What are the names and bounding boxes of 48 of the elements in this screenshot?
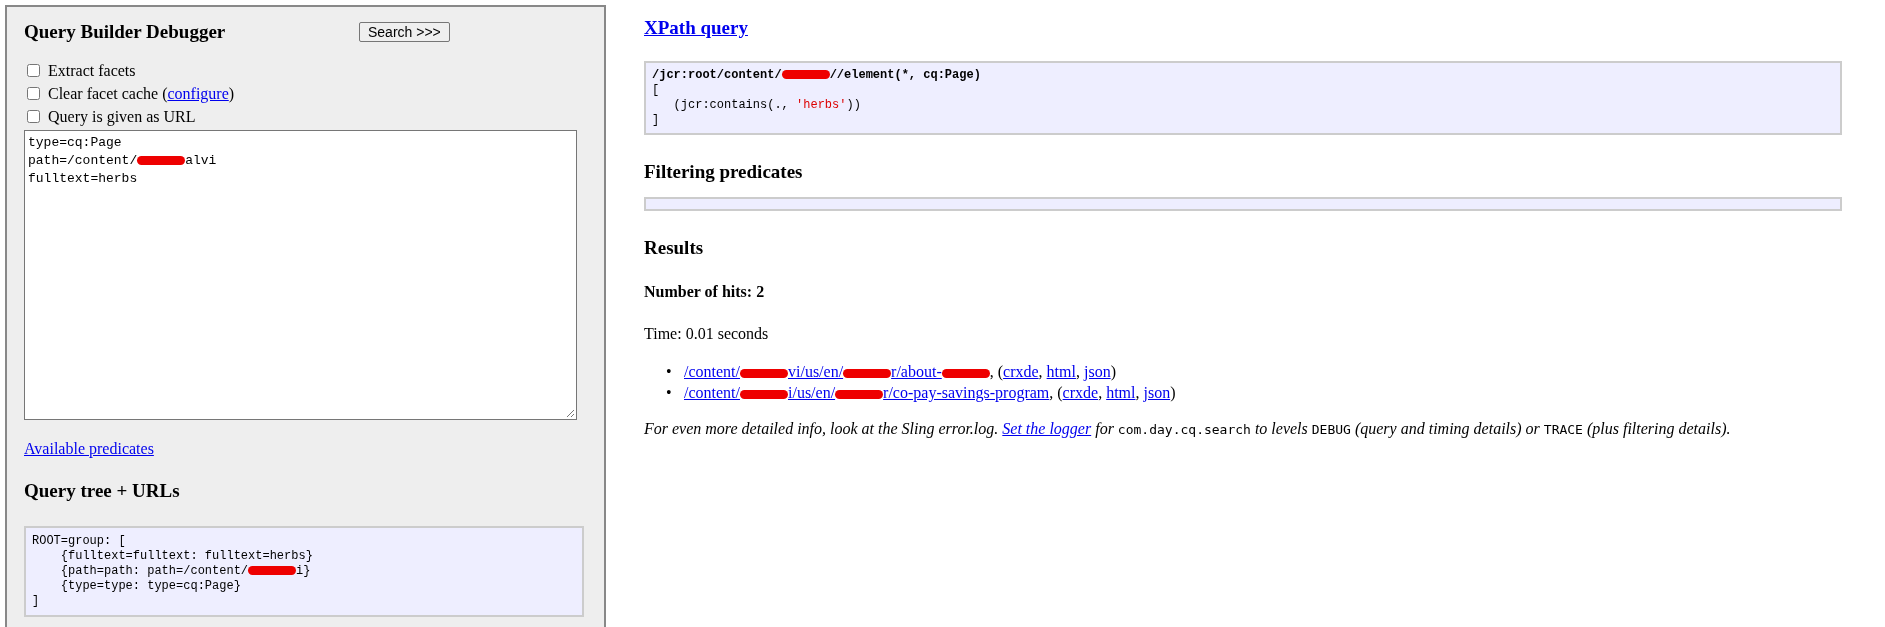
- resize-grip-icon[interactable]: [565, 408, 575, 418]
- panel-title: Query Builder Debugger: [24, 21, 227, 43]
- link[interactable]: html: [1106, 382, 1136, 403]
- link[interactable]: crxde: [1003, 361, 1039, 382]
- section-heading: Filtering predicates: [644, 161, 804, 183]
- info-note: For even more detailed info, look at the Sling error.log. Set the logger for com.day.cq.search to levels DEBUG (query and timing details) or TRACE (plus filtering details).: [644, 420, 1732, 438]
- redaction-mark: [740, 389, 788, 399]
- link[interactable]: json: [1083, 361, 1111, 382]
- redaction-mark: [835, 389, 884, 399]
- link[interactable]: crxde: [1062, 382, 1099, 403]
- xpath-code: /jcr:root/content/ //element(*, cq:Page) [ (jcr:contains(., 'herbs')) ]: [644, 61, 1842, 135]
- punctuation: ,: [1075, 362, 1081, 382]
- bullet: •: [666, 383, 673, 403]
- option-label: Clear facet cache (configure): [48, 84, 235, 103]
- redaction-mark: [740, 368, 788, 378]
- redaction-mark: [843, 368, 892, 378]
- punctuation: ,: [1038, 362, 1044, 382]
- bullet: •: [666, 362, 673, 382]
- checkbox[interactable]: [27, 87, 40, 100]
- link[interactable]: Set the logger: [1002, 420, 1092, 437]
- option-label: Query is given as URL: [48, 107, 196, 126]
- query-textarea[interactable]: type=cq:Page path=/content/ alvi fulltext=herbs: [24, 130, 577, 420]
- checkbox[interactable]: [27, 64, 40, 77]
- punctuation: , (: [1049, 383, 1063, 403]
- section-heading: Results: [644, 237, 705, 259]
- punctuation: ,: [1098, 383, 1104, 403]
- option-label: Extract facets: [48, 61, 136, 80]
- section-heading: Query tree + URLs: [24, 480, 181, 502]
- redaction-mark: [137, 156, 186, 166]
- time-text: Time: 0.01 seconds: [644, 325, 770, 343]
- available-predicates-link[interactable]: Available predicates: [24, 440, 154, 458]
- punctuation: , (: [989, 362, 1004, 382]
- link[interactable]: json: [1143, 382, 1171, 403]
- xpath-query-link[interactable]: XPath query: [644, 17, 748, 38]
- redaction-mark: [248, 566, 297, 576]
- link[interactable]: configure: [167, 84, 229, 102]
- redaction-mark: [941, 368, 990, 378]
- search-button[interactable]: Search >>>: [359, 22, 450, 42]
- result-link[interactable]: /content/ i/us/en/ r/co-pay-savings-program: [684, 382, 1050, 403]
- checkbox[interactable]: [27, 110, 40, 123]
- result-link[interactable]: /content/ vi/us/en/ r/about-: [684, 361, 990, 382]
- link[interactable]: html: [1046, 361, 1076, 382]
- redaction-mark: [781, 70, 830, 80]
- punctuation: ): [1110, 362, 1116, 382]
- punctuation: ): [1170, 383, 1176, 401]
- hits-count: Number of hits: 2: [644, 283, 766, 301]
- punctuation: ,: [1135, 383, 1141, 403]
- query-tree-code: ROOT=group: [ {fulltext=fulltext: fulltext=herbs} {path=path: path=/content/ i} {type=type: type=cq:Page} ]: [24, 526, 584, 617]
